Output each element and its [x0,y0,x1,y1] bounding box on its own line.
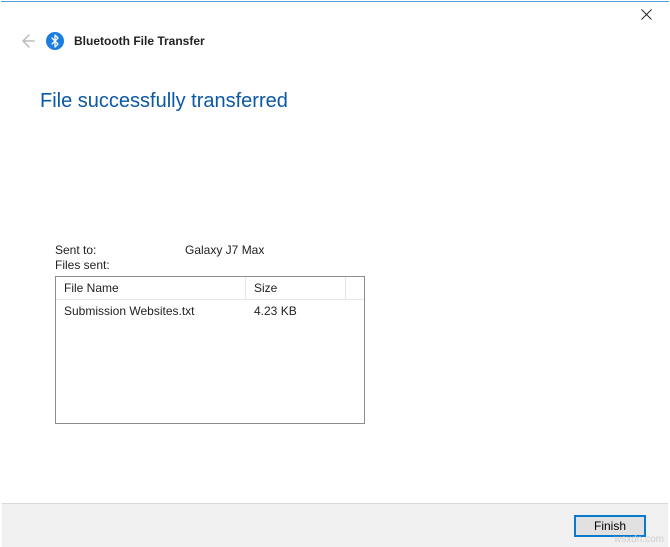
page-heading: File successfully transferred [0,50,670,113]
watermark: wsxdn.com [614,534,664,545]
back-arrow-icon [19,33,35,49]
cell-size: 4.23 KB [246,300,346,322]
wizard-header: Bluetooth File Transfer [0,30,670,50]
window-top-border [1,1,669,2]
cell-filename: Submission Websites.txt [56,300,246,322]
transfer-info: Sent to: Galaxy J7 Max Files sent: File … [0,113,670,424]
close-icon [641,9,652,20]
title-bar [0,0,670,30]
sent-to-label: Sent to: [55,243,185,257]
files-sent-label: Files sent: [55,258,185,272]
files-table-container: File Name Size Submission Websites.txt 4… [55,276,365,424]
sent-to-value: Galaxy J7 Max [185,243,264,257]
back-button [18,32,36,50]
column-header-filename[interactable]: File Name [56,277,246,300]
column-header-spacer [346,277,364,300]
column-header-size[interactable]: Size [246,277,346,300]
close-button[interactable] [626,2,666,26]
bluetooth-icon [46,32,64,50]
table-row[interactable]: Submission Websites.txt 4.23 KB [56,300,364,322]
files-table: File Name Size Submission Websites.txt 4… [56,277,364,322]
button-bar: Finish [2,503,668,547]
table-header-row: File Name Size [56,277,364,300]
files-sent-row: Files sent: [55,258,630,272]
sent-to-row: Sent to: Galaxy J7 Max [55,243,630,257]
app-title: Bluetooth File Transfer [74,34,205,48]
